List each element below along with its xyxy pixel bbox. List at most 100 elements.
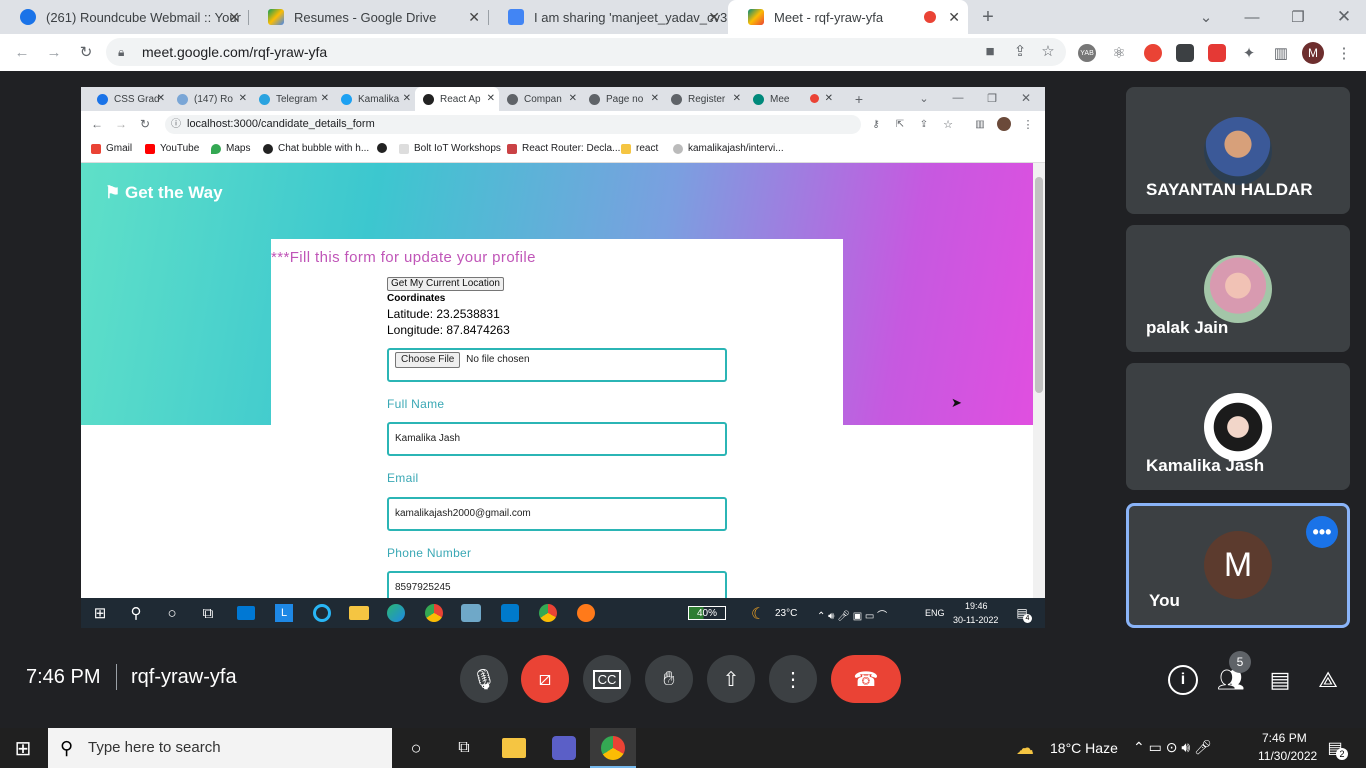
brand-logo[interactable]: ⚑ Get the Way bbox=[105, 183, 223, 203]
extension-red-icon[interactable] bbox=[1144, 44, 1162, 62]
open-external-icon[interactable]: ⇱ bbox=[893, 116, 907, 132]
bookmark-chat-bubble[interactable]: Chat bubble with h... bbox=[263, 143, 369, 154]
weather-text[interactable]: 18°C Haze bbox=[1050, 740, 1118, 756]
close-icon[interactable]: ✕ bbox=[948, 9, 960, 26]
clock-time[interactable]: 19:46 bbox=[965, 601, 988, 611]
cortana-icon[interactable]: ○ bbox=[163, 604, 181, 622]
scrollbar-thumb[interactable] bbox=[1035, 177, 1043, 393]
mail-icon[interactable] bbox=[237, 606, 255, 620]
sidebar-icon[interactable]: ▥ bbox=[1272, 44, 1290, 62]
extension-video-icon[interactable] bbox=[1208, 44, 1226, 62]
close-icon[interactable]: ✕ bbox=[468, 9, 480, 26]
inner-address-bar[interactable]: ⓘ localhost:3000/candidate_details_form bbox=[165, 115, 861, 134]
chrome-icon[interactable] bbox=[425, 604, 443, 622]
page-scrollbar[interactable] bbox=[1033, 163, 1045, 598]
participant-tile[interactable]: palak Jain bbox=[1126, 225, 1350, 352]
inner-tab[interactable]: Register ✕ bbox=[663, 87, 745, 111]
share-icon[interactable]: ⇪ bbox=[1012, 43, 1028, 60]
file-explorer-icon[interactable] bbox=[349, 606, 369, 620]
get-location-button[interactable]: Get My Current Location bbox=[387, 277, 504, 291]
bookmark-maps[interactable]: Maps bbox=[211, 143, 250, 154]
close-icon[interactable]: ✕ bbox=[228, 9, 240, 26]
bookmark-gmail[interactable]: Gmail bbox=[91, 143, 132, 154]
more-options-icon[interactable]: ••• bbox=[1306, 516, 1338, 548]
restore-icon[interactable]: ❐ bbox=[1286, 5, 1310, 29]
new-tab-icon[interactable]: + bbox=[849, 89, 869, 109]
app-l-icon[interactable]: L bbox=[275, 604, 293, 622]
inner-tab[interactable]: Page no ✕ bbox=[581, 87, 663, 111]
inner-tab[interactable]: Kamalika ✕ bbox=[333, 87, 415, 111]
search-icon[interactable]: ⚲ bbox=[127, 604, 145, 622]
present-button[interactable]: ⇧ bbox=[707, 655, 755, 703]
profile-avatar[interactable] bbox=[997, 117, 1011, 131]
participant-tile[interactable]: Kamalika Jash bbox=[1126, 363, 1350, 490]
reload-icon[interactable]: ↻ bbox=[137, 116, 153, 132]
close-icon[interactable]: ✕ bbox=[708, 9, 720, 26]
clock-date[interactable]: 30-11-2022 bbox=[953, 615, 998, 625]
task-view-icon[interactable]: ⧉ bbox=[452, 737, 476, 759]
bookmark-bolt[interactable]: Bolt IoT Workshops bbox=[399, 143, 501, 154]
menu-icon[interactable]: ⋮ bbox=[1334, 42, 1354, 64]
leave-call-button[interactable]: ☎︎ bbox=[831, 655, 901, 703]
outer-tab-drive[interactable]: Resumes - Google Drive ✕ bbox=[248, 0, 488, 34]
meeting-info-icon[interactable]: i bbox=[1168, 665, 1198, 695]
tab-search-icon[interactable]: ⌄ bbox=[915, 89, 933, 107]
outer-tab-docs[interactable]: I am sharing 'manjeet_yadav_cv3 ✕ bbox=[488, 0, 728, 34]
system-tray-icons[interactable]: ⌃ ▭ ⊙ 🔊︎ 🎤︎ bbox=[1133, 739, 1212, 756]
new-tab-icon[interactable]: + bbox=[976, 5, 1000, 29]
menu-icon[interactable]: ⋮ bbox=[1021, 116, 1035, 132]
back-icon[interactable]: ← bbox=[89, 116, 105, 132]
taskbar-clock-time[interactable]: 7:46 PM bbox=[1262, 731, 1307, 745]
outer-tab-meet[interactable]: Meet - rqf-yraw-yfa ✕ bbox=[728, 0, 968, 34]
captions-button[interactable]: CC bbox=[583, 655, 631, 703]
battery-indicator[interactable]: 40% bbox=[688, 606, 726, 620]
bookmark-unnamed[interactable] bbox=[377, 143, 392, 153]
inner-tab[interactable]: (147) Ro ✕ bbox=[169, 87, 251, 111]
inner-tab[interactable]: Compan ✕ bbox=[499, 87, 581, 111]
task-view-icon[interactable]: ⧉ bbox=[199, 604, 217, 622]
chrome-icon[interactable] bbox=[539, 604, 557, 622]
extension-dark-icon[interactable] bbox=[1176, 44, 1194, 62]
inner-tab[interactable]: Telegram ✕ bbox=[251, 87, 333, 111]
back-icon[interactable]: ← bbox=[10, 40, 34, 64]
inner-tab[interactable]: Mee ✕ bbox=[745, 87, 837, 111]
email-input[interactable]: kamalikajash2000@gmail.com bbox=[387, 497, 727, 531]
tray-icons[interactable]: ⌃ 🔊︎ 🎤︎ ▣ ▭ ⌒ bbox=[817, 607, 887, 622]
restore-icon[interactable]: ❐ bbox=[983, 89, 1001, 107]
star-icon[interactable]: ☆ bbox=[1040, 43, 1056, 60]
app-icon[interactable] bbox=[461, 604, 481, 622]
close-window-icon[interactable]: ✕ bbox=[1017, 89, 1035, 107]
edge-icon[interactable] bbox=[387, 604, 405, 622]
close-window-icon[interactable]: ✕ bbox=[1332, 5, 1356, 29]
full-name-input[interactable]: Kamalika Jash bbox=[387, 422, 727, 456]
react-devtools-icon[interactable]: ⚛ bbox=[1110, 44, 1128, 62]
choose-file-button[interactable]: Choose File bbox=[395, 352, 461, 368]
windows-start-icon[interactable]: ⊞ bbox=[10, 736, 36, 760]
forward-icon[interactable]: → bbox=[42, 40, 66, 64]
file-explorer-icon[interactable] bbox=[502, 738, 526, 758]
inner-tab[interactable]: CSS Grad ✕ bbox=[89, 87, 169, 111]
minimize-icon[interactable]: — bbox=[1240, 5, 1264, 29]
microphone-button[interactable]: 🎙︎ bbox=[460, 655, 508, 703]
bookmark-react[interactable]: react bbox=[621, 143, 658, 154]
key-icon[interactable]: ⚷ bbox=[869, 116, 883, 132]
file-upload-field[interactable]: Choose File No file chosen bbox=[387, 348, 727, 382]
phone-input[interactable]: 8597925245 bbox=[387, 571, 727, 598]
activities-icon[interactable]: ⟁ bbox=[1312, 664, 1344, 696]
taskbar-clock-date[interactable]: 11/30/2022 bbox=[1258, 749, 1317, 763]
outer-tab-roundcube[interactable]: (261) Roundcube Webmail :: Your ✕ bbox=[0, 0, 248, 34]
sidebar-icon[interactable]: ▥ bbox=[973, 116, 987, 132]
inner-tab-active[interactable]: React Ap ✕ bbox=[415, 87, 499, 111]
cortana-ring-icon[interactable] bbox=[313, 604, 331, 622]
camera-icon[interactable]: ■ bbox=[982, 43, 998, 60]
profile-avatar[interactable]: M bbox=[1302, 42, 1324, 64]
extensions-puzzle-icon[interactable]: ✦ bbox=[1240, 44, 1258, 62]
camera-off-button[interactable]: ⧄ bbox=[521, 655, 569, 703]
teams-icon[interactable] bbox=[552, 736, 576, 760]
minimize-icon[interactable]: — bbox=[949, 89, 967, 107]
participant-tile[interactable]: SAYANTAN HALDAR bbox=[1126, 87, 1350, 214]
language-indicator[interactable]: ENG bbox=[925, 608, 945, 618]
raise-hand-button[interactable]: ✋︎ bbox=[645, 655, 693, 703]
share-icon[interactable]: ⇪ bbox=[917, 116, 931, 132]
chat-icon[interactable]: ▤ bbox=[1264, 664, 1296, 696]
